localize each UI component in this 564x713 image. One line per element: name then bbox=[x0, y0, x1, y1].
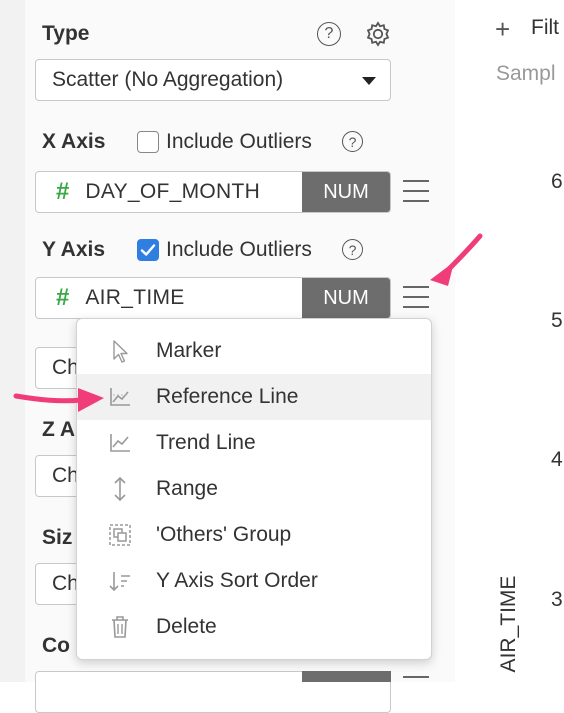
menu-item-others-group[interactable]: 'Others' Group bbox=[77, 512, 431, 558]
type-label: Type bbox=[42, 22, 90, 45]
chart-type-select[interactable]: Scatter (No Aggregation) bbox=[35, 59, 391, 101]
size-label-partial: Siz bbox=[42, 526, 73, 549]
menu-item-reference-line[interactable]: Reference Line bbox=[77, 374, 431, 420]
menu-item-range[interactable]: Range bbox=[77, 466, 431, 512]
chart-area-partial: + Filt Sampl 6 5 4 3 AIR_TIME bbox=[455, 0, 564, 682]
y-axis-type-badge: NUM bbox=[302, 278, 390, 318]
y-axis-field[interactable]: # AIR_TIME NUM bbox=[35, 277, 391, 319]
color-label-partial: Co bbox=[42, 634, 70, 657]
trend-chart-icon bbox=[107, 430, 133, 456]
cursor-icon bbox=[107, 338, 133, 364]
menu-item-label: Trend Line bbox=[156, 431, 256, 454]
number-type-icon: # bbox=[56, 284, 70, 311]
z-axis-label-partial: Z A bbox=[42, 418, 76, 441]
x-axis-field[interactable]: # DAY_OF_MONTH NUM bbox=[35, 171, 391, 213]
menu-item-label: Y Axis Sort Order bbox=[156, 569, 318, 592]
x-axis-field-name: DAY_OF_MONTH bbox=[85, 180, 261, 203]
y-axis-title: AIR_TIME bbox=[497, 575, 520, 673]
add-filter-icon[interactable]: + bbox=[495, 14, 510, 45]
y-include-outliers-checkbox[interactable] bbox=[137, 239, 159, 261]
y-include-outliers-label: Include Outliers bbox=[166, 238, 312, 261]
y-axis-label: Y Axis bbox=[42, 238, 106, 261]
sort-icon bbox=[107, 568, 133, 594]
menu-item-marker[interactable]: Marker bbox=[77, 328, 431, 374]
vertical-range-icon bbox=[107, 476, 133, 502]
menu-item-y-axis-sort-order[interactable]: Y Axis Sort Order bbox=[77, 558, 431, 604]
trash-icon bbox=[107, 614, 133, 640]
x-outliers-help-icon[interactable]: ? bbox=[342, 131, 363, 152]
y-axis-context-menu: Marker Reference Line Trend Line Range '… bbox=[76, 318, 432, 660]
menu-item-delete[interactable]: Delete bbox=[77, 604, 431, 650]
menu-item-label: 'Others' Group bbox=[156, 523, 292, 546]
size-select-text: Ch bbox=[52, 572, 79, 595]
x-include-outliers-checkbox[interactable] bbox=[137, 131, 159, 153]
filter-label-partial[interactable]: Filt bbox=[531, 16, 559, 40]
menu-item-label: Reference Line bbox=[156, 385, 299, 408]
left-edge-strip bbox=[0, 0, 25, 682]
chart-type-value: Scatter (No Aggregation) bbox=[52, 68, 284, 91]
x-include-outliers-label: Include Outliers bbox=[166, 130, 312, 153]
x-axis-label: X Axis bbox=[42, 130, 106, 153]
help-circle-icon[interactable]: ? bbox=[317, 22, 341, 46]
color-select-text: Ch bbox=[52, 356, 79, 379]
menu-item-label: Range bbox=[156, 477, 218, 500]
color-menu-icon-partial[interactable] bbox=[403, 676, 429, 698]
x-axis-type-badge: NUM bbox=[302, 172, 390, 212]
number-type-icon: # bbox=[56, 178, 70, 205]
y-tick-label: 4 bbox=[551, 448, 563, 471]
y-tick-label: 6 bbox=[551, 170, 563, 193]
sample-label-partial: Sampl bbox=[496, 62, 556, 85]
y-tick-label: 5 bbox=[551, 309, 563, 332]
y-tick-label: 3 bbox=[551, 588, 563, 611]
menu-item-trend-line[interactable]: Trend Line bbox=[77, 420, 431, 466]
y-outliers-help-icon[interactable]: ? bbox=[342, 239, 363, 260]
y-axis-menu-icon[interactable] bbox=[403, 286, 429, 308]
menu-item-label: Marker bbox=[156, 339, 222, 362]
y-axis-field-name: AIR_TIME bbox=[85, 286, 185, 309]
line-chart-icon bbox=[107, 384, 133, 410]
chevron-down-icon bbox=[362, 77, 376, 85]
gear-icon[interactable] bbox=[364, 20, 392, 48]
color-field-badge-partial bbox=[302, 671, 391, 682]
menu-item-label: Delete bbox=[156, 615, 217, 638]
z-select-text: Ch bbox=[52, 464, 79, 487]
x-axis-menu-icon[interactable] bbox=[403, 180, 429, 202]
group-icon bbox=[107, 522, 133, 548]
